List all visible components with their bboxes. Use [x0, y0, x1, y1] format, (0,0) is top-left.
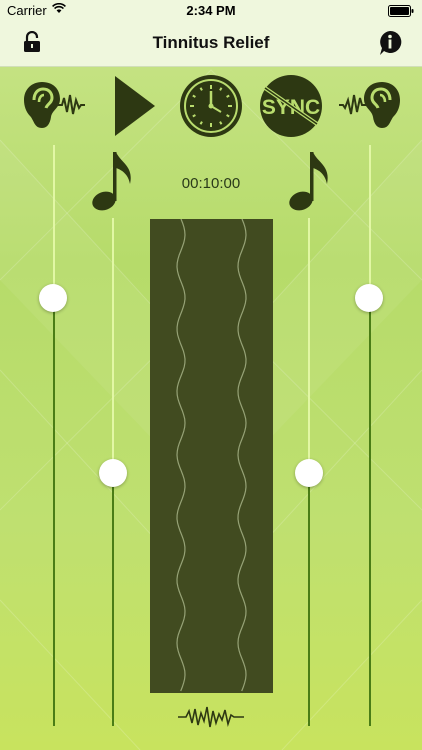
left-tone-track-upper — [112, 218, 114, 473]
clock-icon[interactable] — [179, 74, 243, 138]
timer-display: 00:10:00 — [181, 175, 241, 192]
right-tone-track-upper — [308, 218, 310, 473]
waveform-lines — [176, 218, 247, 692]
status-time: 2:34 PM — [186, 3, 236, 18]
right-volume-track-upper — [369, 145, 371, 298]
battery-icon — [388, 5, 414, 17]
page-title: Tinnitus Relief — [152, 33, 270, 52]
left-volume-track-upper — [53, 145, 55, 298]
sync-disabled-icon: SYNC — [260, 75, 322, 137]
ear-left-icon[interactable] — [22, 80, 86, 130]
left-volume-slider-thumb[interactable] — [39, 284, 67, 312]
status-bar: Carrier 2:34 PM — [0, 0, 422, 22]
sync-button[interactable]: SYNC — [259, 74, 323, 143]
play-icon[interactable] — [113, 74, 157, 138]
left-tone-slider-thumb[interactable] — [99, 459, 127, 487]
right-volume-slider-thumb[interactable] — [355, 284, 383, 312]
left-volume-track[interactable] — [53, 298, 55, 726]
right-tone-slider-thumb[interactable] — [295, 459, 323, 487]
left-tone-track[interactable] — [112, 473, 114, 726]
waveform-panel — [150, 218, 273, 693]
right-volume-track[interactable] — [369, 298, 371, 726]
ear-right-icon[interactable] — [338, 80, 402, 130]
waveform-icon — [178, 706, 244, 728]
info-icon[interactable] — [378, 30, 402, 56]
navigation-bar: Tinnitus Relief — [0, 22, 422, 67]
right-tone-track[interactable] — [308, 473, 310, 726]
